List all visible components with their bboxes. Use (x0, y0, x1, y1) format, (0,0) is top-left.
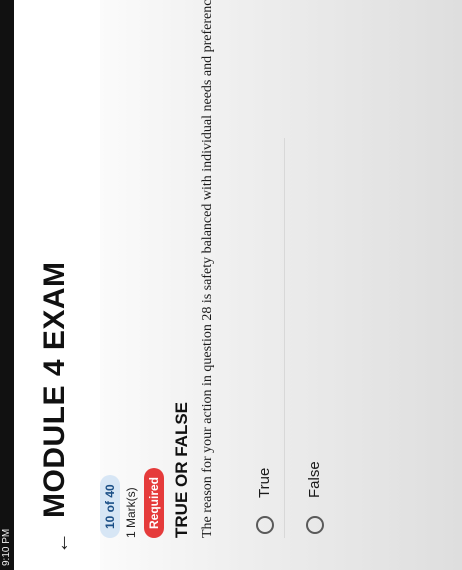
option-label: False (306, 461, 323, 498)
phone-screen: 9:10 PM ← MODULE 4 EXAM 10 of 40 1 Mark(… (0, 0, 462, 570)
question-type: TRUE OR FALSE (172, 401, 191, 538)
photo-background: 9:10 PM ← MODULE 4 EXAM 10 of 40 1 Mark(… (0, 0, 462, 570)
question-text: The reason for your action in question 2… (200, 0, 215, 538)
option-true[interactable]: True (250, 138, 285, 538)
question-counter-badge: 10 of 40 (100, 475, 120, 538)
required-badge: Required (144, 467, 164, 538)
marks-label: 1 Mark(s) (124, 487, 138, 538)
radio-button-icon[interactable] (256, 516, 274, 534)
status-bar: 9:10 PM (0, 0, 14, 570)
radio-button-icon[interactable] (306, 516, 324, 534)
back-arrow-icon[interactable]: ← (48, 532, 74, 554)
option-label: True (256, 467, 273, 498)
question-card: 10 of 40 1 Mark(s) Required TRUE OR FALS… (100, 0, 462, 570)
app-header: ← MODULE 4 EXAM (14, 0, 100, 570)
status-time: 9:10 PM (1, 528, 12, 566)
page-title: MODULE 4 EXAM (38, 261, 71, 518)
option-false[interactable]: False (300, 138, 334, 538)
